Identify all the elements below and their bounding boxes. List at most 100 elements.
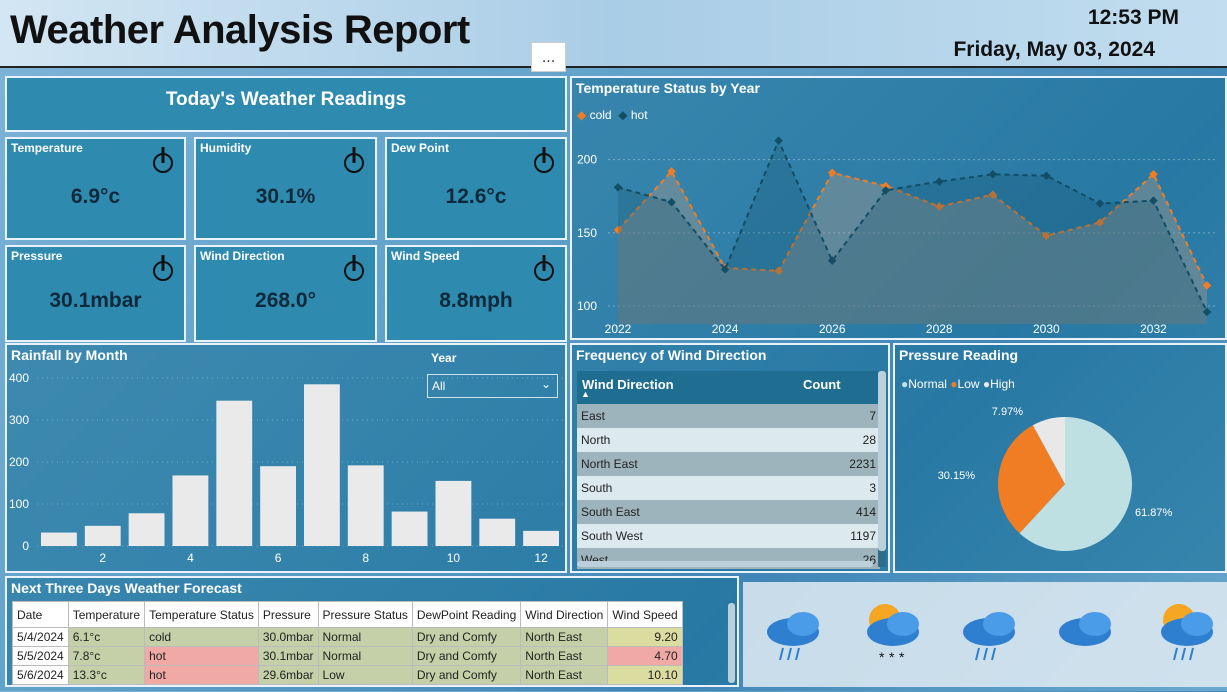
- x-tick-label: 2026: [819, 322, 846, 336]
- forecast-cell: Dry and Comfy: [411, 665, 522, 685]
- y-tick-label: 200: [577, 153, 597, 167]
- rainfall-bar: [347, 465, 384, 546]
- rainfall-bar: [128, 513, 165, 546]
- low-legend-label: Low: [957, 377, 980, 391]
- forecast-cell: Dry and Comfy: [411, 627, 522, 647]
- y-tick-label: 150: [577, 226, 597, 240]
- card-value: 6.9°c: [70, 185, 121, 208]
- today-title: Today's Weather Readings: [165, 89, 407, 110]
- forecast-cell: Normal: [317, 646, 413, 666]
- forecast-cell: cold: [144, 627, 259, 647]
- temp-status-chart[interactable]: 100 150 200 2022 2024 2026 2028 2030 2032: [572, 113, 1225, 338]
- table-row[interactable]: North East 2231: [577, 452, 880, 476]
- forecast-icons-panel: * * *: [743, 582, 1227, 687]
- table-row[interactable]: South West 1197: [577, 524, 880, 548]
- reading-card: Dew Point 12.6°c: [385, 137, 567, 240]
- pie-data-label: 7.97%: [992, 406, 1023, 418]
- forecast-cell: 9.20: [607, 627, 683, 647]
- count-cell: 7: [869, 409, 876, 423]
- forecast-cell: North East: [520, 665, 609, 685]
- forecast-column-header[interactable]: DewPoint Reading: [411, 601, 522, 628]
- wind-direction-cell: North: [581, 433, 611, 447]
- rainfall-bar: [84, 525, 121, 546]
- header: Weather Analysis Report 12:53 PM Friday,…: [0, 0, 1227, 68]
- year-filter-label: Year: [431, 351, 457, 365]
- card-value: 8.8mph: [439, 289, 513, 312]
- forecast-cell: hot: [144, 646, 259, 666]
- wind-table-scrollbar[interactable]: [878, 371, 886, 567]
- wind-table-hscrollbar[interactable]: [577, 561, 873, 567]
- svg-text:*: *: [879, 649, 885, 665]
- svg-text:*: *: [889, 649, 895, 665]
- forecast-cell: 5/4/2024: [12, 627, 69, 647]
- count-cell: 1197: [850, 529, 876, 543]
- forecast-cell: 10.10: [607, 665, 683, 685]
- reading-card: Wind Direction 268.0°: [194, 245, 377, 342]
- rainfall-chart[interactable]: 0 100 200 300 400 2 4 6 8 10 12: [7, 369, 565, 569]
- normal-legend-label: Normal: [908, 377, 947, 391]
- card-value: 268.0°: [255, 289, 316, 312]
- card-label: Temperature: [11, 141, 83, 155]
- forecast-column-header[interactable]: Temperature: [67, 601, 146, 628]
- pie-data-label: 61.87%: [1135, 507, 1173, 519]
- table-row[interactable]: East 7: [577, 404, 880, 428]
- forecast-cell: 13.3°c: [67, 665, 146, 685]
- forecast-cell: hot: [144, 665, 259, 685]
- table-row[interactable]: South East 414: [577, 500, 880, 524]
- wind-table: East 7 North 28 North East 2231 South 3 South Ea…: [577, 404, 880, 569]
- x-tick-label: 2032: [1140, 322, 1167, 336]
- dew-point-icon: [534, 147, 554, 173]
- forecast-column-header[interactable]: Wind Direction: [520, 601, 609, 628]
- forecast-scrollbar[interactable]: [728, 603, 735, 683]
- forecast-table: Date Temperature Temperature Status Pressur…: [12, 601, 683, 685]
- forecast-row[interactable]: 5/6/2024 13.3°c hot 29.6mbar Low Dry and Comf…: [12, 665, 683, 685]
- forecast-column-header[interactable]: Pressure: [257, 601, 319, 628]
- pressure-legend[interactable]: ●Normal ●Low ●High: [901, 377, 1015, 391]
- y-tick-label: 400: [9, 371, 29, 385]
- forecast-column-header[interactable]: Wind Speed: [607, 601, 683, 628]
- table-row[interactable]: North 28: [577, 428, 880, 452]
- page-title: Weather Analysis Report: [10, 8, 470, 52]
- hot-area: [618, 140, 1207, 324]
- pie-data-label: 30.15%: [938, 470, 976, 482]
- forecast-cell: Normal: [317, 627, 413, 647]
- rainfall-bar: [391, 511, 428, 546]
- sun-rain-cloud-icon: [1161, 604, 1213, 661]
- wind-direction-cell: North East: [581, 457, 638, 471]
- forecast-title: Next Three Days Weather Forecast: [11, 580, 242, 596]
- forecast-panel: Next Three Days Weather Forecast Date Tem…: [5, 576, 739, 687]
- thermometer-icon: [153, 147, 173, 173]
- wind-direction-column-header[interactable]: Wind Direction: [582, 377, 674, 392]
- forecast-row[interactable]: 5/4/2024 6.1°c cold 30.0mbar Normal Dry and C…: [12, 627, 683, 647]
- forecast-row[interactable]: 5/5/2024 7.8°c hot 30.1mbar Normal Dry and Co…: [12, 646, 683, 666]
- x-tick-label: 2022: [605, 322, 632, 336]
- card-label: Pressure: [11, 249, 63, 263]
- current-time: 12:53 PM: [1087, 6, 1179, 29]
- forecast-column-header[interactable]: Date: [12, 601, 69, 628]
- wind-direction-cell: South West: [581, 529, 643, 543]
- card-label: Wind Direction: [200, 249, 285, 263]
- wind-direction-cell: South: [581, 481, 613, 495]
- rainfall-bar: [523, 530, 559, 546]
- x-tick-label: 6: [275, 551, 282, 565]
- pressure-pie-chart[interactable]: 7.97% 30.15% 61.87%: [895, 391, 1225, 571]
- more-options-button[interactable]: ...: [531, 42, 566, 72]
- forecast-column-header[interactable]: Temperature Status: [144, 601, 259, 628]
- x-tick-label: 4: [187, 551, 194, 565]
- forecast-cell: 7.8°c: [67, 646, 146, 666]
- forecast-cell: 5/5/2024: [12, 646, 69, 666]
- x-tick-label: 2024: [712, 322, 739, 336]
- svg-text:*: *: [899, 649, 905, 665]
- anemometer-icon: [534, 255, 554, 281]
- x-tick-label: 10: [447, 551, 461, 565]
- forecast-cell: Low: [317, 665, 413, 685]
- forecast-icons: * * *: [767, 604, 1213, 665]
- pressure-gauge-icon: [153, 255, 173, 281]
- table-row[interactable]: South 3: [577, 476, 880, 500]
- forecast-column-header[interactable]: Pressure Status: [317, 601, 413, 628]
- y-tick-label: 0: [22, 539, 29, 553]
- card-label: Humidity: [200, 141, 252, 155]
- wind-table-container[interactable]: Wind Direction ▲ Count East 7 North 28 North…: [577, 371, 880, 569]
- count-column-header[interactable]: Count: [803, 377, 841, 392]
- pressure-title: Pressure Reading: [899, 347, 1019, 363]
